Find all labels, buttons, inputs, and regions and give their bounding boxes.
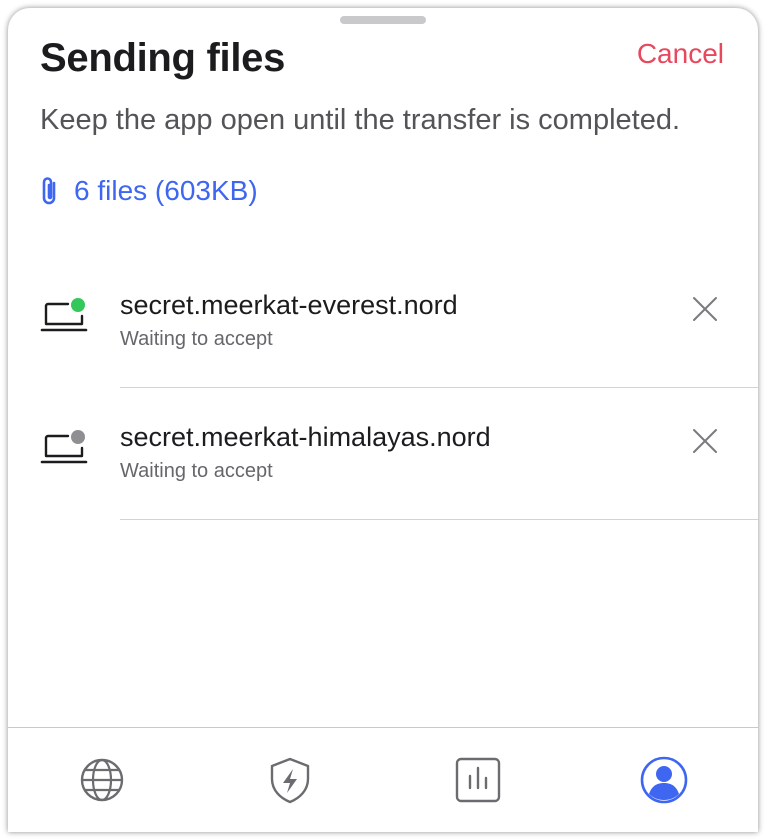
close-icon[interactable]	[690, 426, 720, 456]
cancel-button[interactable]: Cancel	[637, 38, 724, 70]
device-row: secret.meerkat-everest.nord Waiting to a…	[8, 256, 758, 388]
shield-bolt-icon	[264, 754, 316, 806]
laptop-icon	[38, 422, 90, 470]
profile-icon	[638, 754, 690, 806]
laptop-icon	[38, 290, 90, 338]
device-name: secret.meerkat-himalayas.nord	[120, 422, 491, 452]
row-divider	[120, 519, 758, 520]
close-icon[interactable]	[690, 294, 720, 324]
tab-globe[interactable]	[76, 754, 128, 806]
page-title: Sending files	[40, 36, 286, 80]
files-summary-text: 6 files (603KB)	[74, 175, 258, 206]
sheet-grabber[interactable]	[340, 16, 426, 24]
bar-chart-icon	[452, 754, 504, 806]
subtitle-text: Keep the app open until the transfer is …	[40, 104, 681, 136]
bottom-tab-bar	[8, 727, 758, 832]
tab-profile[interactable]	[638, 754, 690, 806]
device-status: Waiting to accept	[120, 328, 273, 350]
globe-icon	[76, 754, 128, 806]
online-status-dot	[71, 298, 85, 312]
device-row: secret.meerkat-himalayas.nord Waiting to…	[8, 388, 758, 520]
files-summary-link[interactable]: 6 files (603KB)	[36, 174, 258, 208]
offline-status-dot	[71, 430, 85, 444]
tab-stats[interactable]	[452, 754, 504, 806]
tab-threat-protection[interactable]	[264, 754, 316, 806]
device-status: Waiting to accept	[120, 460, 273, 482]
sending-files-sheet: Sending files Cancel Keep the app open u…	[8, 8, 758, 832]
device-name: secret.meerkat-everest.nord	[120, 290, 458, 320]
paperclip-icon	[36, 174, 62, 208]
